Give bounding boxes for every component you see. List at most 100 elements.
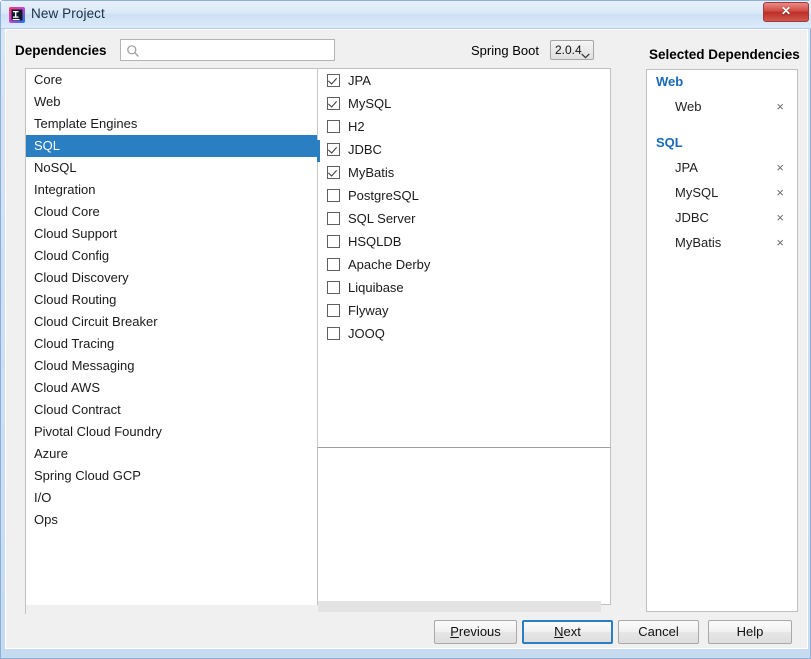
checkbox-unchecked-icon[interactable] xyxy=(327,189,340,202)
category-list[interactable]: Core Web Template Engines SQL NoSQL Integrati… xyxy=(25,68,317,613)
dependency-item[interactable]: PostgreSQL xyxy=(318,184,610,207)
dependency-item-label: HSQLDB xyxy=(348,234,402,249)
dependency-item[interactable]: HSQLDB xyxy=(318,230,610,253)
remove-dependency-icon[interactable]: × xyxy=(776,205,784,230)
category-item-label: Ops xyxy=(34,512,58,527)
category-item[interactable]: Cloud Config xyxy=(26,245,317,267)
category-item[interactable]: Azure xyxy=(26,443,317,465)
dependency-item-label: MyBatis xyxy=(348,165,395,180)
dependency-description-panel xyxy=(317,448,611,605)
dependency-item[interactable]: H2 xyxy=(318,115,610,138)
category-item[interactable]: Pivotal Cloud Foundry xyxy=(26,421,317,443)
spring-boot-label: Spring Boot xyxy=(471,43,539,58)
dependency-item[interactable]: JOOQ xyxy=(318,322,610,345)
checkbox-unchecked-icon[interactable] xyxy=(327,304,340,317)
checkbox-checked-icon[interactable] xyxy=(327,166,340,179)
selected-dependency-label: MyBatis xyxy=(675,235,722,250)
checkbox-checked-icon[interactable] xyxy=(327,97,340,110)
category-item-label: Azure xyxy=(34,446,68,461)
dependency-item[interactable]: Liquibase xyxy=(318,276,610,299)
dependency-item[interactable]: MySQL xyxy=(318,92,610,115)
dependency-item-label: SQL Server xyxy=(348,211,416,226)
dependency-item[interactable]: MyBatis xyxy=(318,161,610,184)
category-item[interactable]: Spring Cloud GCP xyxy=(26,465,317,487)
checkbox-checked-icon[interactable] xyxy=(327,74,340,87)
dependency-item-label: JOOQ xyxy=(348,326,385,341)
dependency-item-label: JDBC xyxy=(348,142,382,157)
category-item[interactable]: Cloud Core xyxy=(26,201,317,223)
intellij-idea-icon xyxy=(9,7,25,23)
category-item[interactable]: Web xyxy=(26,91,317,113)
category-item[interactable]: Cloud Contract xyxy=(26,399,317,421)
category-item[interactable]: Cloud Messaging xyxy=(26,355,317,377)
dependency-item[interactable]: JDBC xyxy=(318,138,610,161)
cancel-button[interactable]: Cancel xyxy=(618,620,699,644)
category-item-label: Cloud Core xyxy=(34,204,100,219)
selected-dependency-label: JPA xyxy=(675,160,698,175)
dependency-item[interactable]: Apache Derby xyxy=(318,253,610,276)
category-item[interactable]: Cloud Discovery xyxy=(26,267,317,289)
category-item[interactable]: Template Engines xyxy=(26,113,317,135)
selected-group-header: Web xyxy=(656,74,684,89)
category-item-label: NoSQL xyxy=(34,160,77,175)
dependency-checkbox-list[interactable]: JPA MySQL H2 JDBC MyBatis PostgreSQL SQL Serve… xyxy=(317,68,611,448)
dependency-item[interactable]: Flyway xyxy=(318,299,610,322)
dependency-horizontal-scrollbar[interactable] xyxy=(318,601,601,612)
search-input[interactable] xyxy=(144,40,334,62)
remove-dependency-icon[interactable]: × xyxy=(776,180,784,205)
checkbox-unchecked-icon[interactable] xyxy=(327,120,340,133)
window-title: New Project xyxy=(31,6,105,21)
dependency-item[interactable]: JPA xyxy=(318,69,610,92)
category-item[interactable]: SQL xyxy=(26,135,317,157)
category-item[interactable]: Cloud Tracing xyxy=(26,333,317,355)
selected-dependencies-list[interactable]: Web Web × SQL JPA × MySQL × JDBC × MyBatis × xyxy=(646,69,798,612)
search-icon xyxy=(126,44,140,58)
category-item[interactable]: NoSQL xyxy=(26,157,317,179)
title-bar: New Project ✕ xyxy=(1,1,811,29)
dependency-item[interactable]: SQL Server xyxy=(318,207,610,230)
checkbox-unchecked-icon[interactable] xyxy=(327,281,340,294)
category-item[interactable]: Cloud AWS xyxy=(26,377,317,399)
category-item-label: Integration xyxy=(34,182,96,197)
selected-dependency-row: JDBC × xyxy=(647,205,797,230)
remove-dependency-icon[interactable]: × xyxy=(776,230,784,255)
search-box[interactable] xyxy=(120,39,335,62)
category-item-label: Cloud Routing xyxy=(34,292,117,307)
category-item-label: Spring Cloud GCP xyxy=(34,468,141,483)
category-item-label: Pivotal Cloud Foundry xyxy=(34,424,162,439)
checkbox-unchecked-icon[interactable] xyxy=(327,212,340,225)
dependency-item-label: Flyway xyxy=(348,303,389,318)
checkbox-unchecked-icon[interactable] xyxy=(327,327,340,340)
remove-dependency-icon[interactable]: × xyxy=(776,94,784,119)
spring-boot-version-select[interactable]: 2.0.4 xyxy=(550,40,594,60)
dependency-item-label: Apache Derby xyxy=(348,257,431,272)
category-item-label: Template Engines xyxy=(34,116,138,131)
close-button[interactable]: ✕ xyxy=(763,2,809,22)
selected-dependency-row: MyBatis × xyxy=(647,230,797,255)
category-item-label: Cloud Circuit Breaker xyxy=(34,314,158,329)
dependencies-label: Dependencies xyxy=(15,43,107,58)
close-icon: ✕ xyxy=(780,4,792,18)
category-item-label: Cloud AWS xyxy=(34,380,100,395)
remove-dependency-icon[interactable]: × xyxy=(776,155,784,180)
category-item[interactable]: Ops xyxy=(26,509,317,531)
category-item[interactable]: Cloud Routing xyxy=(26,289,317,311)
selected-group-header: SQL xyxy=(656,135,683,150)
category-item[interactable]: Integration xyxy=(26,179,317,201)
next-button[interactable]: Next xyxy=(522,620,613,644)
category-item[interactable]: Core xyxy=(26,69,317,91)
dependency-item-label: H2 xyxy=(348,119,365,134)
category-item-label: Cloud Contract xyxy=(34,402,121,417)
category-item[interactable]: Cloud Support xyxy=(26,223,317,245)
dependency-item-label: JPA xyxy=(348,73,371,88)
category-item-label: SQL xyxy=(34,138,61,153)
category-item[interactable]: Cloud Circuit Breaker xyxy=(26,311,317,333)
category-item-label: Core xyxy=(34,72,63,87)
checkbox-checked-icon[interactable] xyxy=(327,143,340,156)
category-item-label: Cloud Config xyxy=(34,248,110,263)
help-button[interactable]: Help xyxy=(708,620,792,644)
previous-button[interactable]: Previous xyxy=(434,620,517,644)
checkbox-unchecked-icon[interactable] xyxy=(327,258,340,271)
checkbox-unchecked-icon[interactable] xyxy=(327,235,340,248)
category-item[interactable]: I/O xyxy=(26,487,317,509)
